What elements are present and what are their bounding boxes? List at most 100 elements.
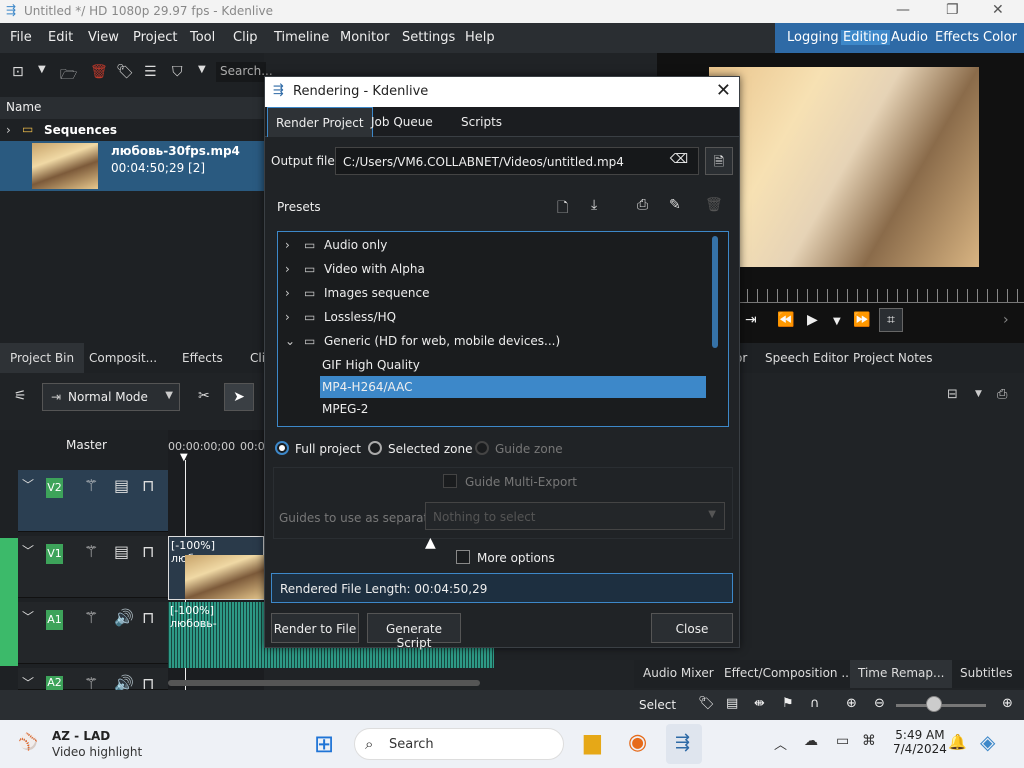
menu-settings[interactable]: Settings [402, 30, 455, 45]
bin-column-header[interactable]: Name [0, 97, 264, 119]
timeline-hscrollbar[interactable] [168, 680, 480, 686]
more-options-checkbox[interactable] [456, 550, 470, 564]
preset-folder-video-alpha[interactable]: › ▭ Video with Alpha [278, 258, 706, 280]
close-dialog-button[interactable]: Close [651, 613, 733, 643]
track-a2-header[interactable]: ﹀ A2 ⚚ 🔊 ⊓ [18, 668, 168, 693]
menu-edit[interactable]: Edit [48, 30, 73, 45]
dialog-close-icon[interactable]: ✕ [716, 80, 731, 101]
tab-effects[interactable]: Effects [182, 351, 223, 365]
generate-script-button[interactable]: Generate Script [367, 613, 461, 650]
preset-gif-high-quality[interactable]: GIF High Quality [278, 354, 706, 376]
lock-icon[interactable]: ⊓ [142, 608, 154, 627]
clear-input-icon[interactable]: ⌫ [669, 152, 689, 168]
tab-job-queue[interactable]: Job Queue [371, 107, 433, 137]
chevron-down-icon[interactable]: ⌄ [285, 334, 295, 348]
monitor-icon[interactable]: ▭ [836, 733, 849, 749]
preset-folder-images-sequence[interactable]: › ▭ Images sequence [278, 282, 706, 304]
edit-preset-icon[interactable]: ✎ [669, 197, 681, 213]
menu-monitor[interactable]: Monitor [340, 30, 389, 45]
workspace-effects[interactable]: Effects [935, 30, 979, 45]
collapse-icon[interactable]: ﹀ [22, 542, 34, 559]
render-to-file-button[interactable]: Render to File [271, 613, 359, 643]
menu-file[interactable]: File [10, 30, 32, 45]
notification-bell-icon[interactable]: 🔔 [948, 733, 967, 751]
track-a1-header[interactable]: ﹀ A1 ⚚ 🔊 ⊓ [18, 602, 168, 664]
tab-project-notes[interactable]: Project Notes [853, 351, 933, 365]
speaker-icon[interactable]: 🔊 [114, 608, 134, 627]
monitor-ruler[interactable] [737, 289, 1024, 303]
browse-file-button[interactable]: 🗎 [705, 147, 733, 175]
collapse-icon[interactable]: ﹀ [22, 674, 34, 691]
compare-icon[interactable]: ⊟ [947, 387, 958, 402]
menu-clip[interactable]: Clip [233, 30, 258, 45]
preset-folder-lossless[interactable]: › ▭ Lossless/HQ [278, 306, 706, 328]
download-preset-icon[interactable]: ⤓ [591, 197, 597, 213]
folder-open-icon[interactable]: 🗁 [60, 64, 77, 88]
save-preset-icon[interactable]: ⎙ [637, 197, 648, 213]
chevron-right-icon[interactable]: › [285, 310, 290, 324]
full-project-radio[interactable] [275, 441, 289, 455]
chevron-down-icon[interactable]: ▼ [38, 64, 46, 75]
collapse-icon[interactable]: ﹀ [22, 476, 34, 493]
fast-forward-icon[interactable]: ⏩ [853, 312, 870, 328]
film-icon[interactable]: ▤ [114, 476, 129, 495]
tab-project-bin[interactable]: Project Bin [0, 343, 85, 373]
file-explorer-icon[interactable]: ▆ [584, 730, 601, 755]
tab-clip[interactable]: Cli [250, 351, 265, 365]
tab-compositions[interactable]: Composit... [89, 351, 157, 365]
track-v2-header[interactable]: ﹀ V2 ⚚ ▤ ⊓ [18, 470, 168, 532]
add-clip-icon[interactable]: ⊡ [12, 64, 24, 80]
select-tool-button[interactable]: ➤ [224, 383, 254, 411]
bin-folder-sequences[interactable]: › ▭ Sequences [0, 121, 264, 141]
razor-icon[interactable]: ✂ [198, 388, 210, 404]
timeline-video-clip[interactable]: [-100%] любовь- [168, 536, 265, 600]
tag-icon[interactable]: 🏷 [698, 696, 715, 711]
playhead-icon[interactable]: ▼ [180, 452, 188, 463]
full-project-label[interactable]: Full project [295, 442, 361, 456]
kdenlive-taskbar-button[interactable]: ⇶ [666, 724, 702, 764]
tag-icon[interactable]: 🏷 [116, 64, 134, 80]
selected-zone-radio[interactable] [368, 441, 382, 455]
menu-icon[interactable]: ☰ [144, 64, 157, 80]
collapse-icon[interactable]: ﹀ [22, 608, 34, 625]
chevron-down-icon[interactable]: ▼ [198, 64, 206, 75]
tab-subtitles[interactable]: Subtitles [960, 666, 1013, 680]
flag-icon[interactable]: ⚑ [782, 696, 794, 711]
menu-help[interactable]: Help [465, 30, 495, 45]
menu-tool[interactable]: Tool [190, 30, 215, 45]
new-preset-icon[interactable]: 🗋 [557, 197, 568, 221]
close-window-button[interactable]: ✕ [992, 2, 1004, 18]
workspace-editing[interactable]: Editing [841, 30, 891, 45]
tab-time-remap[interactable]: Time Remap... [850, 660, 953, 688]
lock-icon[interactable]: ⊓ [142, 542, 154, 561]
timeline-area[interactable]: 00:00:00;00 00:01 ▼ [-100%] любовь- [-10… [168, 430, 272, 690]
snap-icon[interactable]: ∩ [810, 696, 820, 711]
chevron-right-icon[interactable]: › [285, 262, 290, 276]
set-out-icon[interactable]: ⇥ [745, 312, 757, 328]
effects-icon[interactable]: ⚚ [84, 476, 98, 495]
bin-clip-item[interactable]: любовь-30fps.mp4 00:04:50;29 [2] [0, 141, 264, 191]
zoom-out-icon[interactable]: ⊖ [874, 696, 885, 711]
start-icon[interactable]: ⊞ [314, 730, 334, 758]
chevron-right-icon[interactable]: › [1003, 312, 1009, 328]
tab-audio-mixer[interactable]: Audio Mixer [643, 666, 714, 680]
copilot-icon[interactable]: ◈ [980, 730, 995, 754]
preset-mp4-h264-aac[interactable]: MP4-H264/AAC [320, 376, 706, 398]
preset-folder-generic[interactable]: ⌄ ▭ Generic (HD for web, mobile devices...… [278, 330, 706, 352]
tab-effect-composition[interactable]: Effect/Composition ... [724, 666, 853, 680]
zoom-slider-handle[interactable] [926, 696, 942, 712]
tab-scripts[interactable]: Scripts [461, 107, 502, 137]
rewind-icon[interactable]: ⏪ [777, 312, 794, 328]
maximize-button[interactable]: ❐ [946, 2, 959, 18]
settings-sliders-icon[interactable]: ⚟ [14, 388, 27, 404]
play-icon[interactable]: ▶ [807, 312, 818, 328]
effects-icon[interactable]: ⚚ [84, 608, 98, 627]
taskbar-clock[interactable]: 5:49 AM 7/4/2024 [893, 728, 947, 756]
filter-icon[interactable]: ⛉ [172, 64, 183, 80]
preset-folder-audio-only[interactable]: › ▭ Audio only [278, 234, 706, 256]
menu-timeline[interactable]: Timeline [274, 30, 329, 45]
effects-icon[interactable]: ⚚ [84, 542, 98, 561]
bin-search-input[interactable]: Search... [216, 62, 273, 82]
network-icon[interactable]: ⌘ [862, 733, 876, 749]
film-icon[interactable]: ▤ [114, 542, 129, 561]
